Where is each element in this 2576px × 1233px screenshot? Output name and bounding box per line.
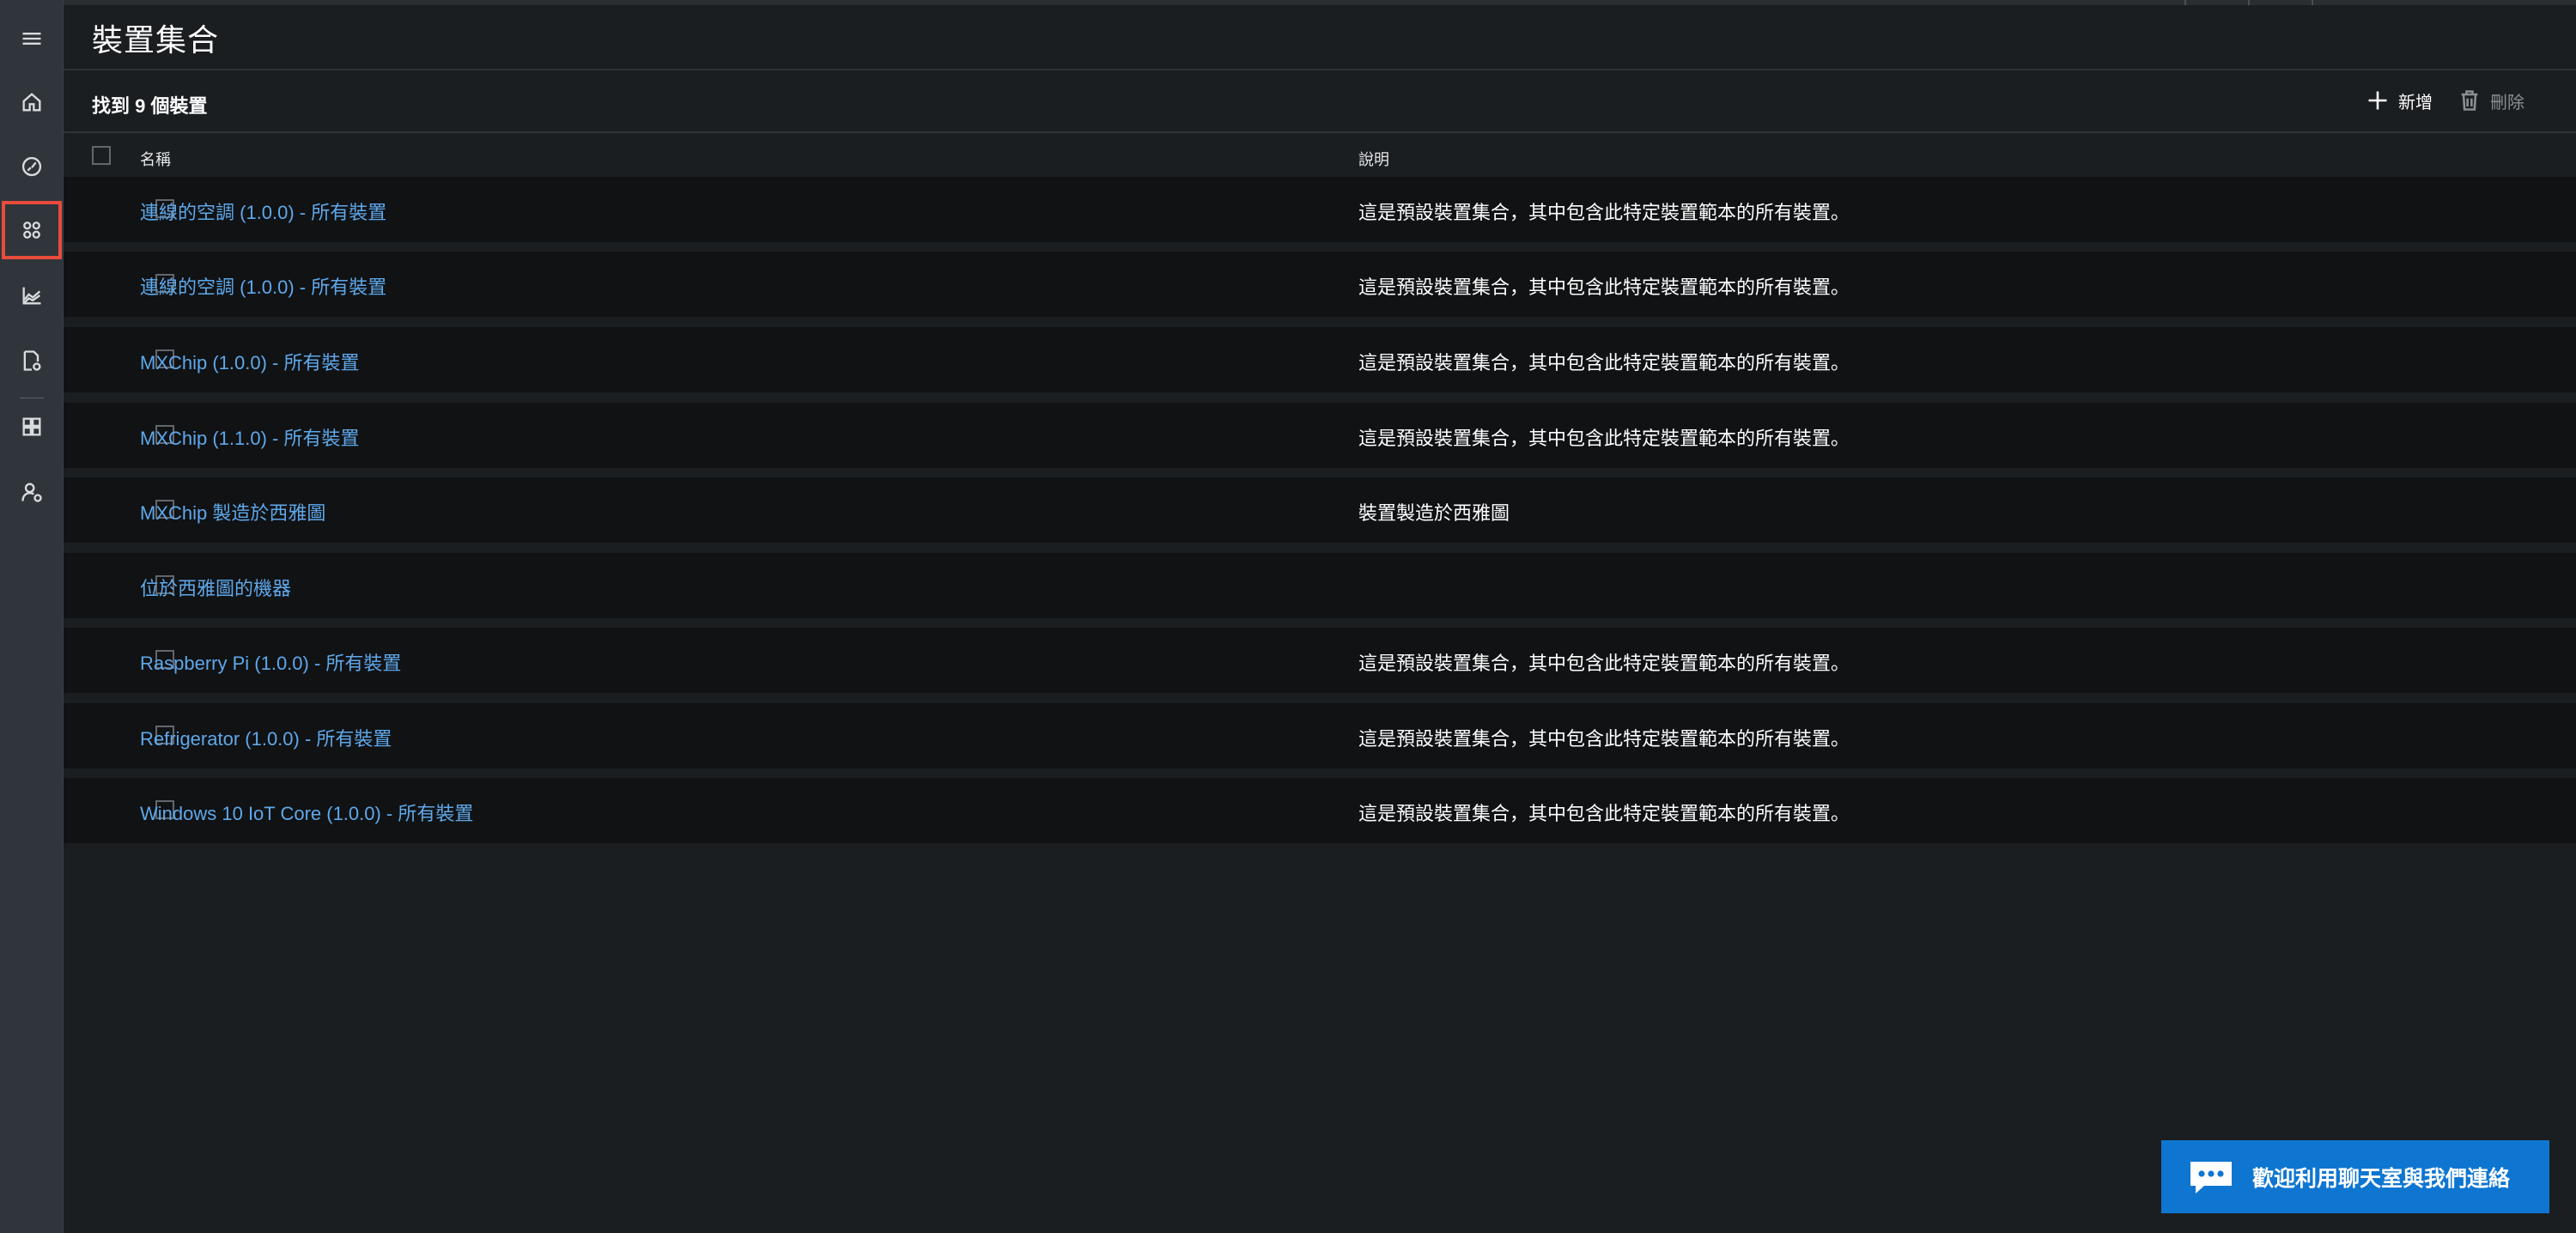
- delete-button[interactable]: 刪除: [2458, 86, 2524, 115]
- top-strip-divider: [2184, 0, 2186, 5]
- table-row[interactable]: 連線的空調 (1.0.0) - 所有裝置 這是預設裝置集合，其中包含此特定裝置範…: [64, 177, 2576, 242]
- device-set-name-link[interactable]: Windows 10 IoT Core (1.0.0) - 所有裝置: [140, 799, 473, 826]
- nav-device-sets[interactable]: [2, 201, 62, 259]
- column-header-name[interactable]: 名稱: [140, 148, 171, 170]
- analytics-chart-icon: [22, 287, 41, 305]
- trash-icon: [2461, 90, 2478, 111]
- column-header-description[interactable]: 說明: [1358, 148, 1389, 170]
- table-row[interactable]: 連線的空調 (1.0.0) - 所有裝置 這是預設裝置集合，其中包含此特定裝置範…: [64, 252, 2576, 317]
- device-set-description: 裝置製造於西雅圖: [1358, 502, 1510, 524]
- device-set-description: 這是預設裝置集合，其中包含此特定裝置範本的所有裝置。: [1358, 803, 1850, 824]
- device-set-description: 這是預設裝置集合，其中包含此特定裝置範本的所有裝置。: [1358, 728, 1850, 750]
- top-strip-divider: [2248, 0, 2250, 5]
- header-divider: [64, 69, 2576, 70]
- device-set-description: 這是預設裝置集合，其中包含此特定裝置範本的所有裝置。: [1358, 653, 1850, 674]
- nav-jobs[interactable]: [5, 334, 58, 387]
- device-set-name-link[interactable]: 連線的空調 (1.0.0) - 所有裝置: [140, 272, 386, 300]
- device-set-description: 這是預設裝置集合，其中包含此特定裝置範本的所有裝置。: [1358, 276, 1850, 298]
- device-set-description: 這是預設裝置集合，其中包含此特定裝置範本的所有裝置。: [1358, 352, 1850, 374]
- hamburger-menu-button[interactable]: [5, 12, 58, 65]
- app-window: 裝置集合 找到 9 個裝置 新增 刪除 名稱 說明 連線的空調 (1.0.0) …: [0, 0, 2576, 1233]
- top-strip: [64, 0, 2576, 5]
- nav-home[interactable]: [5, 76, 58, 129]
- top-strip-divider: [2312, 0, 2313, 5]
- chat-bubble-icon: [2190, 1161, 2232, 1194]
- delete-button-label: 刪除: [2490, 93, 2524, 112]
- table-row[interactable]: MXChip (1.0.0) - 所有裝置 這是預設裝置集合，其中包含此特定裝置…: [64, 327, 2576, 392]
- device-set-description: 這是預設裝置集合，其中包含此特定裝置範本的所有裝置。: [1358, 202, 1850, 223]
- nav-analytics[interactable]: [5, 269, 58, 322]
- device-set-name-link[interactable]: Raspberry Pi (1.0.0) - 所有裝置: [140, 648, 401, 676]
- device-set-name-link[interactable]: MXChip (1.0.0) - 所有裝置: [140, 348, 360, 375]
- chat-banner-label: 歡迎利用聊天室與我們連絡: [2252, 1166, 2511, 1191]
- table-row[interactable]: 位於西雅圖的機器: [64, 553, 2576, 618]
- nav-administration[interactable]: [5, 465, 58, 519]
- table-row[interactable]: Refrigerator (1.0.0) - 所有裝置 這是預設裝置集合，其中包…: [64, 703, 2576, 768]
- page-title: 裝置集合: [92, 22, 220, 58]
- table-row[interactable]: MXChip (1.1.0) - 所有裝置 這是預設裝置集合，其中包含此特定裝置…: [64, 403, 2576, 468]
- plus-icon: [2368, 91, 2387, 110]
- administration-user-icon: [21, 483, 42, 502]
- device-set-name-link[interactable]: MXChip 製造於西雅圖: [140, 498, 325, 525]
- device-count-label: 找到 9 個裝置: [92, 95, 208, 117]
- device-set-name-link[interactable]: 連線的空調 (1.0.0) - 所有裝置: [140, 197, 386, 225]
- add-button[interactable]: 新增: [2366, 86, 2433, 115]
- device-sets-icon: [23, 222, 40, 239]
- jobs-document-icon: [23, 350, 41, 371]
- left-nav-rail: [0, 0, 64, 1233]
- toolbar-divider: [64, 131, 2576, 133]
- select-all-checkbox[interactable]: [92, 146, 111, 165]
- device-set-name-link[interactable]: MXChip (1.1.0) - 所有裝置: [140, 423, 360, 451]
- device-set-description: 這是預設裝置集合，其中包含此特定裝置範本的所有裝置。: [1358, 428, 1850, 449]
- home-icon: [22, 93, 41, 112]
- chat-banner-button[interactable]: 歡迎利用聊天室與我們連絡: [2161, 1140, 2549, 1213]
- table-row[interactable]: Raspberry Pi (1.0.0) - 所有裝置 這是預設裝置集合，其中包…: [64, 628, 2576, 693]
- nav-dashboard[interactable]: [5, 140, 58, 193]
- device-set-name-link[interactable]: Refrigerator (1.0.0) - 所有裝置: [140, 724, 392, 751]
- add-button-label: 新增: [2398, 93, 2433, 112]
- device-set-name-link[interactable]: 位於西雅圖的機器: [140, 574, 291, 601]
- nav-app-builder[interactable]: [5, 400, 58, 453]
- hamburger-menu-icon: [22, 33, 41, 45]
- table-row[interactable]: MXChip 製造於西雅圖 裝置製造於西雅圖: [64, 477, 2576, 543]
- app-builder-grid-icon: [22, 417, 41, 436]
- dashboard-gauge-icon: [21, 156, 42, 177]
- table-row[interactable]: Windows 10 IoT Core (1.0.0) - 所有裝置 這是預設裝…: [64, 778, 2576, 843]
